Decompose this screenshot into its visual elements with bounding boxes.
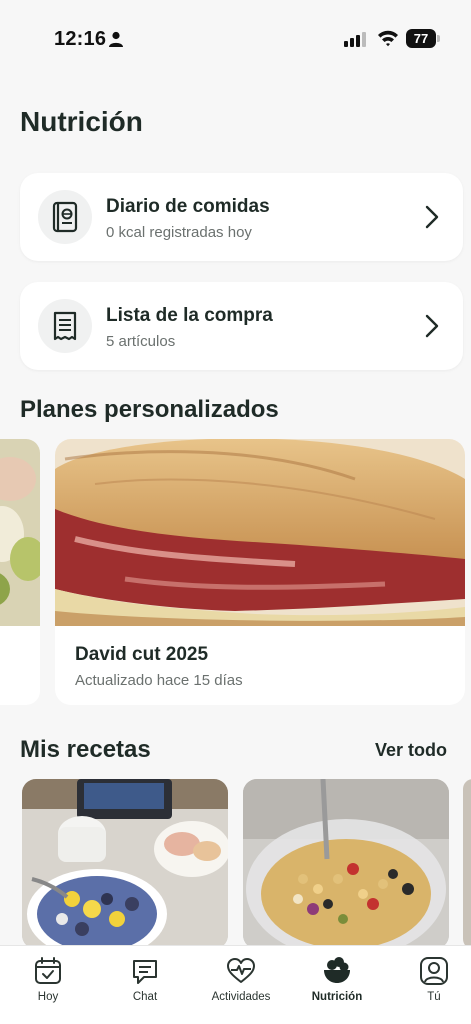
status-time: 12:16 [54, 28, 107, 50]
tab-label: Hoy [37, 991, 59, 1003]
recipe-card[interactable] [22, 779, 228, 949]
recipe-image [22, 779, 228, 949]
tab-actividades[interactable]: Actividades [194, 956, 288, 1016]
tab-chat[interactable]: Chat [98, 956, 192, 1016]
card-title: Lista de la compra [106, 305, 273, 326]
person-icon [109, 31, 123, 47]
shopping-list-card[interactable]: Lista de la compra 5 artículos [20, 282, 463, 370]
tab-label: Actividades [211, 991, 271, 1003]
shopping-list-icon [53, 311, 77, 341]
card-title: Diario de comidas [106, 196, 270, 217]
page-title: Nutrición [20, 106, 143, 137]
plan-image [0, 439, 40, 626]
wifi-icon [378, 30, 398, 47]
food-diary-card[interactable]: Diario de comidas 0 kcal registradas hoy [20, 173, 463, 261]
tab-hoy[interactable]: Hoy [1, 956, 95, 1016]
plan-title: David cut 2025 [75, 644, 209, 665]
battery-icon: 77 [406, 29, 440, 48]
cellular-signal-icon [344, 32, 366, 47]
see-all-link[interactable]: Ver todo [375, 740, 447, 761]
plan-card[interactable]: David cut 2025 Actualizado hace 15 días [55, 439, 465, 705]
plan-image [55, 439, 465, 626]
tab-label: Tú [427, 991, 441, 1003]
card-subtitle: 5 artículos [106, 333, 176, 350]
status-bar: 12:16 77 [0, 0, 471, 72]
chevron-right-icon [425, 205, 439, 229]
recipes-section-title: Mis recetas [20, 736, 151, 763]
bottom-tab-bar: Hoy Chat Actividades Nutrición Tú [0, 945, 471, 1024]
card-subtitle: 0 kcal registradas hoy [106, 224, 252, 241]
food-journal-icon [52, 201, 78, 233]
chevron-right-icon [425, 314, 439, 338]
heart-pulse-icon [227, 958, 255, 983]
tab-tu[interactable]: Tú [387, 956, 471, 1016]
tab-label: Nutrición [311, 991, 363, 1003]
plans-section-title: Planes personalizados [20, 396, 279, 423]
tab-nutricion[interactable]: Nutrición [290, 956, 384, 1016]
plan-subtitle: Actualizado hace 15 días [75, 672, 243, 689]
plan-card-previous[interactable] [0, 439, 40, 705]
tab-label: Chat [132, 991, 158, 1003]
chat-icon [133, 960, 157, 984]
salad-bowl-icon [324, 957, 350, 983]
profile-icon [420, 957, 448, 985]
battery-level: 77 [406, 29, 436, 48]
recipe-card-next[interactable] [463, 779, 471, 949]
recipe-card[interactable] [243, 779, 449, 949]
calendar-check-icon [35, 957, 61, 984]
recipe-image [243, 779, 449, 949]
